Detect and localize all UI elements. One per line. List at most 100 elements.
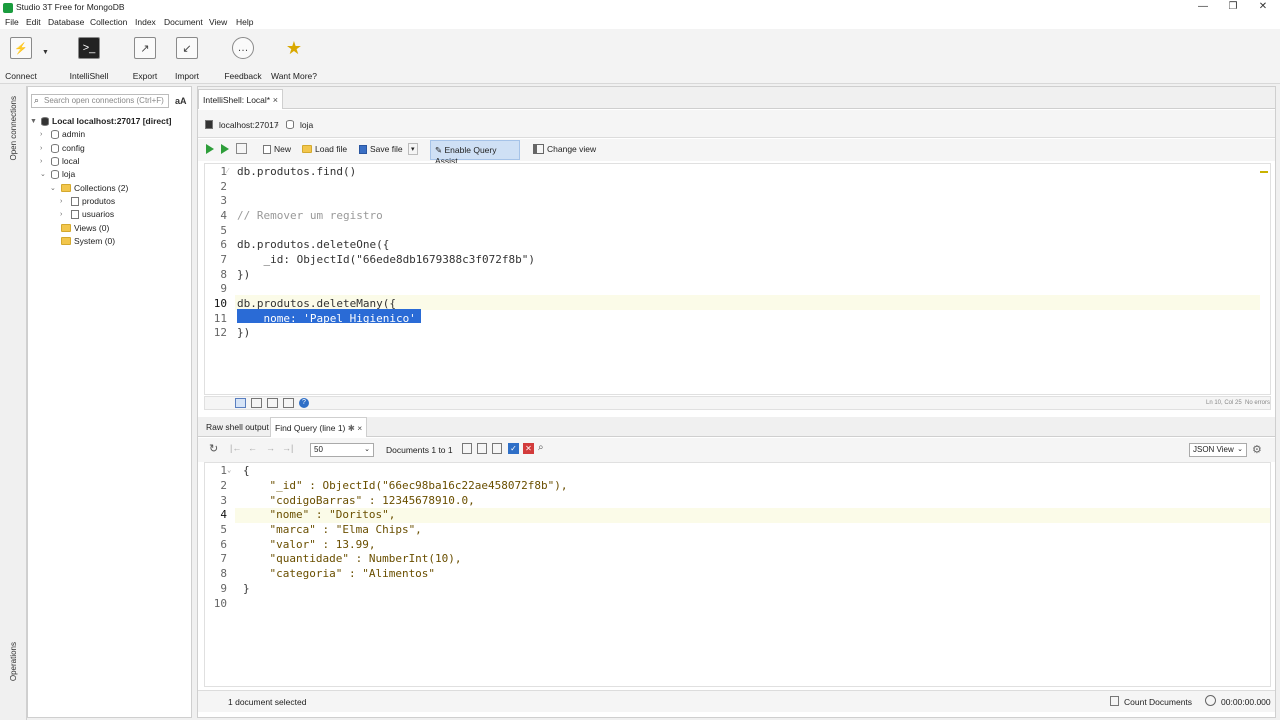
feedback-button[interactable]: … Feedback [218,37,268,81]
chevron-down-icon: ⌄ [364,446,370,453]
tree-collection-produtos[interactable]: › produtos [60,196,115,206]
line-number: 11 [213,312,227,325]
pin-icon[interactable]: ✱ [348,423,355,433]
line-number: 7 [220,552,227,565]
menu-document[interactable]: Document [164,17,203,27]
enable-query-assist-button[interactable]: ✎ Enable Query Assist [430,140,520,166]
left-rail: Open connections Operations [0,86,27,720]
menu-help[interactable]: Help [236,17,253,27]
clock-icon [1205,695,1216,706]
run-line-button[interactable] [221,144,229,154]
title-bar: Studio 3T Free for MongoDB — ❐ ✕ [0,0,1280,15]
result-json-view[interactable]: 1 2 3 4 5 6 7 8 9 10 ⌄ { "_id" : ObjectI… [204,462,1271,687]
breadcrumb-database[interactable]: loja [300,120,313,130]
fold-icon[interactable]: ⁄ [227,167,228,175]
view-mode-icon[interactable] [251,398,262,408]
tab-intellishell[interactable]: IntelliShell: Local* × [198,89,283,109]
menu-view[interactable]: View [209,17,227,27]
line-number: 2 [220,479,227,492]
tree-db-admin[interactable]: › admin [40,129,85,139]
previous-page-icon[interactable]: ← [248,443,257,453]
tree-collection-usuarios[interactable]: › usuarios [60,209,114,219]
change-view-button[interactable]: Change view [533,144,596,154]
minimize-button[interactable]: — [1188,1,1218,12]
result-toolbar: ↻ |← ← → →| 50 ⌄ Documents 1 to 1 ✓ ✕ ⌕ … [198,438,1275,462]
delete-icon[interactable]: ✕ [523,443,534,454]
load-file-button[interactable]: Load file [302,144,347,154]
chevron-down-icon: ⌄ [1237,446,1243,453]
menu-index[interactable]: Index [135,17,156,27]
count-documents-button[interactable]: Count Documents [1124,697,1192,707]
font-size-toggle[interactable]: aA [175,96,187,106]
search-icon: ⌕ [34,95,40,105]
close-window-button[interactable]: ✕ [1248,1,1278,12]
editor-toolbar: New Load file Save file ▾ ✎ Enable Query… [198,139,1275,166]
last-page-icon[interactable]: →| [282,443,293,453]
json-line: "categoria" : "Alimentos" [243,567,436,580]
connect-button[interactable]: ⚡ Connect [0,37,46,81]
chevron-down-icon: ▼ [30,117,37,125]
code-line: }) [237,268,251,281]
view-mode-select[interactable]: JSON View ⌄ [1189,443,1247,457]
code-editor[interactable]: 1 2 3 4 5 6 7 8 9 10 11 12 ⁄ db.produtos… [204,163,1271,395]
tree-db-config[interactable]: › config [40,143,85,153]
save-dropdown-icon[interactable]: ▾ [408,143,418,155]
close-tab-icon[interactable]: × [273,95,278,105]
page-size-select[interactable]: 50 ⌄ [310,443,374,457]
next-page-icon[interactable]: → [266,443,275,453]
view-mode-icon[interactable] [235,398,246,408]
tree-db-loja[interactable]: ⌄ loja [40,169,75,179]
search-icon[interactable]: ⌕ [538,442,544,453]
menu-edit[interactable]: Edit [26,17,41,27]
menu-bar: File Edit Database Collection Index Docu… [0,15,1280,29]
first-page-icon[interactable]: |← [230,443,241,453]
import-button[interactable]: ↙ Import [162,37,212,81]
json-line: "valor" : 13.99, [243,538,376,551]
open-connections-tab[interactable]: Open connections [9,96,18,161]
chevron-right-icon: › [40,144,43,152]
add-document-icon[interactable] [462,443,472,454]
breadcrumb-separator-icon: › [276,119,279,129]
code-line: db.produtos.deleteOne({ [237,238,390,251]
code-line: }) [237,326,251,339]
server-icon [205,120,213,129]
run-selection-button[interactable] [236,143,247,154]
edit-document-icon[interactable] [477,443,487,454]
connection-search-input[interactable]: ⌕ Search open connections (Ctrl+F) [31,94,169,108]
tree-connection[interactable]: ▼ Local localhost:27017 [direct] [30,116,172,126]
view-mode-icon[interactable] [267,398,278,408]
line-number: 6 [220,538,227,551]
tab-find-query[interactable]: Find Query (line 1) ✱ × [270,417,368,437]
run-button[interactable] [206,144,214,154]
connect-dropdown-arrow-icon[interactable]: ▼ [42,49,49,56]
intellishell-button[interactable]: >_ IntelliShell [64,37,114,81]
save-file-button[interactable]: Save file [359,144,403,154]
check-icon[interactable]: ✓ [508,443,519,454]
open-folder-icon [302,145,312,153]
view-mode-icon[interactable] [283,398,294,408]
help-icon[interactable]: ? [299,398,309,408]
operations-tab[interactable]: Operations [9,642,18,681]
database-icon [51,156,59,166]
menu-collection[interactable]: Collection [90,17,127,27]
fold-icon[interactable]: ⌄ [227,466,231,474]
close-tab-icon[interactable]: × [357,423,362,433]
menu-database[interactable]: Database [48,17,84,27]
tree-db-local[interactable]: › local [40,156,79,166]
tab-raw-shell-output[interactable]: Raw shell output [202,417,273,437]
menu-file[interactable]: File [5,17,19,27]
clone-document-icon[interactable] [492,443,502,454]
restore-button[interactable]: ❐ [1218,1,1248,12]
connect-icon: ⚡ [10,37,32,59]
tree-system-folder[interactable]: System (0) [50,236,115,246]
json-line: { [243,464,250,477]
gear-icon[interactable]: ⚙ [1252,443,1262,456]
chevron-down-icon: ⌄ [50,185,56,192]
folder-icon [61,184,71,192]
want-more-button[interactable]: ★ Want More? [269,37,319,82]
new-button[interactable]: New [263,144,291,154]
tree-views-folder[interactable]: Views (0) [50,223,109,233]
refresh-icon[interactable]: ↻ [209,442,218,455]
breadcrumb-server[interactable]: localhost:27017 [219,120,279,130]
tree-collections-folder[interactable]: ⌄ Collections (2) [50,183,128,193]
